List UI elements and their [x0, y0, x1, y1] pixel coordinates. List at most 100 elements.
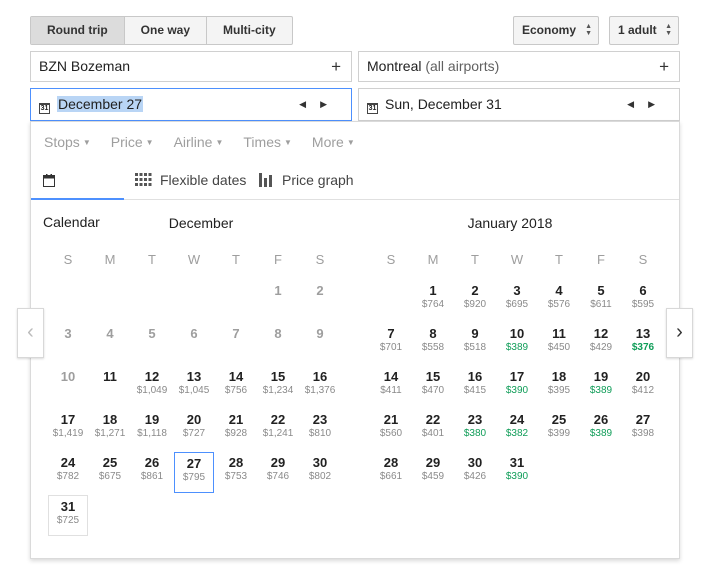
day-cell[interactable]: 31 $725 [48, 495, 88, 536]
day-cell[interactable]: 11 [90, 366, 130, 407]
day-cell[interactable]: 27 $795 [174, 452, 214, 493]
day-cell[interactable]: 13 $376 [623, 323, 663, 364]
tab-flexible-dates[interactable]: Flexible dates [123, 160, 258, 200]
origin-field[interactable]: BZN Bozeman + [30, 51, 352, 82]
day-cell[interactable]: 22 $401 [413, 409, 453, 450]
day-cell[interactable]: 19 $389 [581, 366, 621, 407]
day-cell[interactable]: 2 $920 [455, 280, 495, 321]
day-cell[interactable]: 10 [48, 366, 88, 407]
day-cell[interactable]: 17 $1,419 [48, 409, 88, 450]
filter-more[interactable]: More ▼ [312, 134, 355, 150]
day-cell[interactable]: 20 $727 [174, 409, 214, 450]
day-cell[interactable]: 22 $1,241 [258, 409, 298, 450]
day-cell[interactable]: 5 [132, 323, 172, 364]
return-date-field[interactable]: 31 Sun, December 31 ◀▶ [358, 88, 680, 121]
day-cell[interactable]: 28 $661 [371, 452, 411, 493]
previous-day-icon[interactable]: ◀ [299, 99, 320, 109]
multi-city-button[interactable]: Multi-city [207, 17, 292, 44]
day-number: 26 [144, 455, 160, 470]
day-price: $518 [463, 342, 487, 353]
day-cell[interactable]: 28 $753 [216, 452, 256, 493]
day-cell[interactable]: 20 $412 [623, 366, 663, 407]
day-cell[interactable]: 17 $390 [497, 366, 537, 407]
previous-month-button[interactable]: ‹ [17, 308, 44, 358]
day-cell[interactable]: 7 $701 [371, 323, 411, 364]
day-cell[interactable]: 21 $560 [371, 409, 411, 450]
day-cell[interactable]: 25 $399 [539, 409, 579, 450]
passengers-select[interactable]: 1 adult ▲ ▼ [609, 16, 679, 45]
day-cell[interactable]: 16 $415 [455, 366, 495, 407]
day-cell[interactable]: 1 $764 [413, 280, 453, 321]
destination-field[interactable]: Montreal (all airports) + [358, 51, 680, 82]
add-origin-icon[interactable]: + [331, 52, 341, 81]
day-cell[interactable]: 3 [48, 323, 88, 364]
day-cell[interactable]: 6 $595 [623, 280, 663, 321]
day-cell[interactable]: 18 $395 [539, 366, 579, 407]
day-cell[interactable]: 30 $802 [300, 452, 340, 493]
day-cell[interactable]: 14 $411 [371, 366, 411, 407]
previous-day-icon[interactable]: ◀ [627, 99, 648, 109]
day-cell[interactable]: 15 $470 [413, 366, 453, 407]
day-cell[interactable]: 26 $861 [132, 452, 172, 493]
day-cell[interactable]: 12 $429 [581, 323, 621, 364]
day-cell[interactable]: 19 $1,118 [132, 409, 172, 450]
day-cell[interactable]: 9 $518 [455, 323, 495, 364]
filter-stops[interactable]: Stops ▼ [44, 134, 91, 150]
day-cell[interactable]: 7 [216, 323, 256, 364]
day-cell[interactable]: 13 $1,045 [174, 366, 214, 407]
add-destination-icon[interactable]: + [659, 52, 669, 81]
tab-flexible-dates-label: Flexible dates [160, 172, 247, 188]
next-day-icon[interactable]: ▶ [648, 99, 669, 109]
weekday-header: F [597, 252, 605, 267]
next-day-icon[interactable]: ▶ [320, 99, 341, 109]
day-cell[interactable]: 8 $558 [413, 323, 453, 364]
day-price: $390 [505, 385, 529, 396]
tab-calendar[interactable]: Calendar [31, 160, 124, 230]
date-stepper[interactable]: ◀▶ [627, 89, 669, 120]
day-cell[interactable]: 5 $611 [581, 280, 621, 321]
day-cell[interactable]: 15 $1,234 [258, 366, 298, 407]
day-number: 31 [509, 455, 525, 470]
day-cell[interactable]: 1 [258, 280, 298, 321]
day-price: $611 [590, 299, 612, 310]
one-way-button[interactable]: One way [125, 17, 208, 44]
day-cell[interactable]: 4 $576 [539, 280, 579, 321]
round-trip-button[interactable]: Round trip [31, 17, 125, 44]
day-cell[interactable]: 9 [300, 323, 340, 364]
date-stepper[interactable]: ◀▶ [299, 89, 341, 120]
day-cell[interactable]: 21 $928 [216, 409, 256, 450]
filter-price[interactable]: Price ▼ [111, 134, 154, 150]
filter-times[interactable]: Times ▼ [243, 134, 292, 150]
day-cell[interactable]: 4 [90, 323, 130, 364]
depart-date-field[interactable]: 31 December 27 ◀▶ [30, 88, 352, 121]
day-price: $426 [463, 471, 487, 482]
day-cell[interactable]: 8 [258, 323, 298, 364]
day-number: 10 [509, 326, 525, 341]
day-cell[interactable]: 10 $389 [497, 323, 537, 364]
day-cell[interactable]: 30 $426 [455, 452, 495, 493]
day-cell[interactable]: 11 $450 [539, 323, 579, 364]
day-cell[interactable]: 31 $390 [497, 452, 537, 493]
day-cell[interactable]: 24 $782 [48, 452, 88, 493]
day-cell[interactable]: 23 $380 [455, 409, 495, 450]
day-cell[interactable]: 14 $756 [216, 366, 256, 407]
day-cell[interactable]: 6 [174, 323, 214, 364]
day-cell[interactable]: 27 $398 [623, 409, 663, 450]
day-number: 20 [186, 412, 202, 427]
day-cell[interactable]: 3 $695 [497, 280, 537, 321]
day-cell[interactable]: 26 $389 [581, 409, 621, 450]
bar-chart-icon [259, 162, 274, 202]
filter-airline[interactable]: Airline ▼ [174, 134, 224, 150]
next-month-button[interactable]: › [666, 308, 693, 358]
day-cell[interactable]: 2 [300, 280, 340, 321]
day-cell[interactable]: 29 $746 [258, 452, 298, 493]
day-cell[interactable]: 18 $1,271 [90, 409, 130, 450]
day-cell[interactable]: 23 $810 [300, 409, 340, 450]
tab-price-graph[interactable]: Price graph [247, 160, 366, 200]
day-cell[interactable]: 29 $459 [413, 452, 453, 493]
day-cell[interactable]: 12 $1,049 [132, 366, 172, 407]
day-cell[interactable]: 16 $1,376 [300, 366, 340, 407]
cabin-class-select[interactable]: Economy ▲ ▼ [513, 16, 599, 45]
day-cell[interactable]: 24 $382 [497, 409, 537, 450]
day-cell[interactable]: 25 $675 [90, 452, 130, 493]
